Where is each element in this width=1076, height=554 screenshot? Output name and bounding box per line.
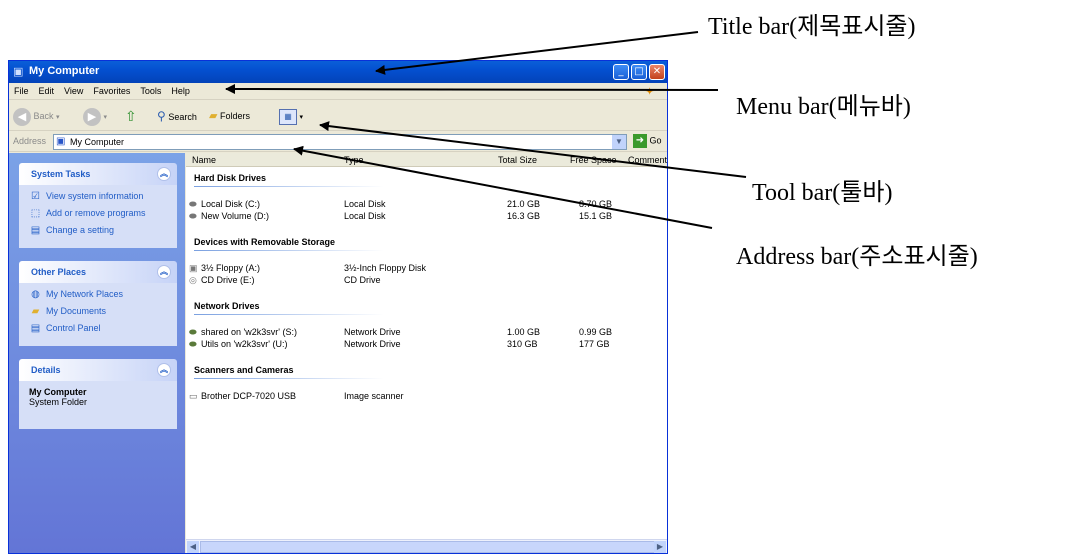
menu-bar-arrow — [225, 84, 719, 95]
annotation-arrows — [225, 31, 747, 229]
address-bar-annotation: Address bar(주소표시줄) — [736, 244, 978, 270]
menu-bar-annotation: Menu bar(메뉴바) — [736, 94, 911, 120]
tool-bar-annotation: Tool bar(툴바) — [752, 180, 893, 206]
title-bar-arrow — [375, 31, 699, 75]
title-bar-annotation: Title bar(제목표시줄) — [708, 14, 916, 40]
tool-bar-arrow — [319, 121, 747, 178]
address-bar-arrow — [293, 145, 713, 229]
